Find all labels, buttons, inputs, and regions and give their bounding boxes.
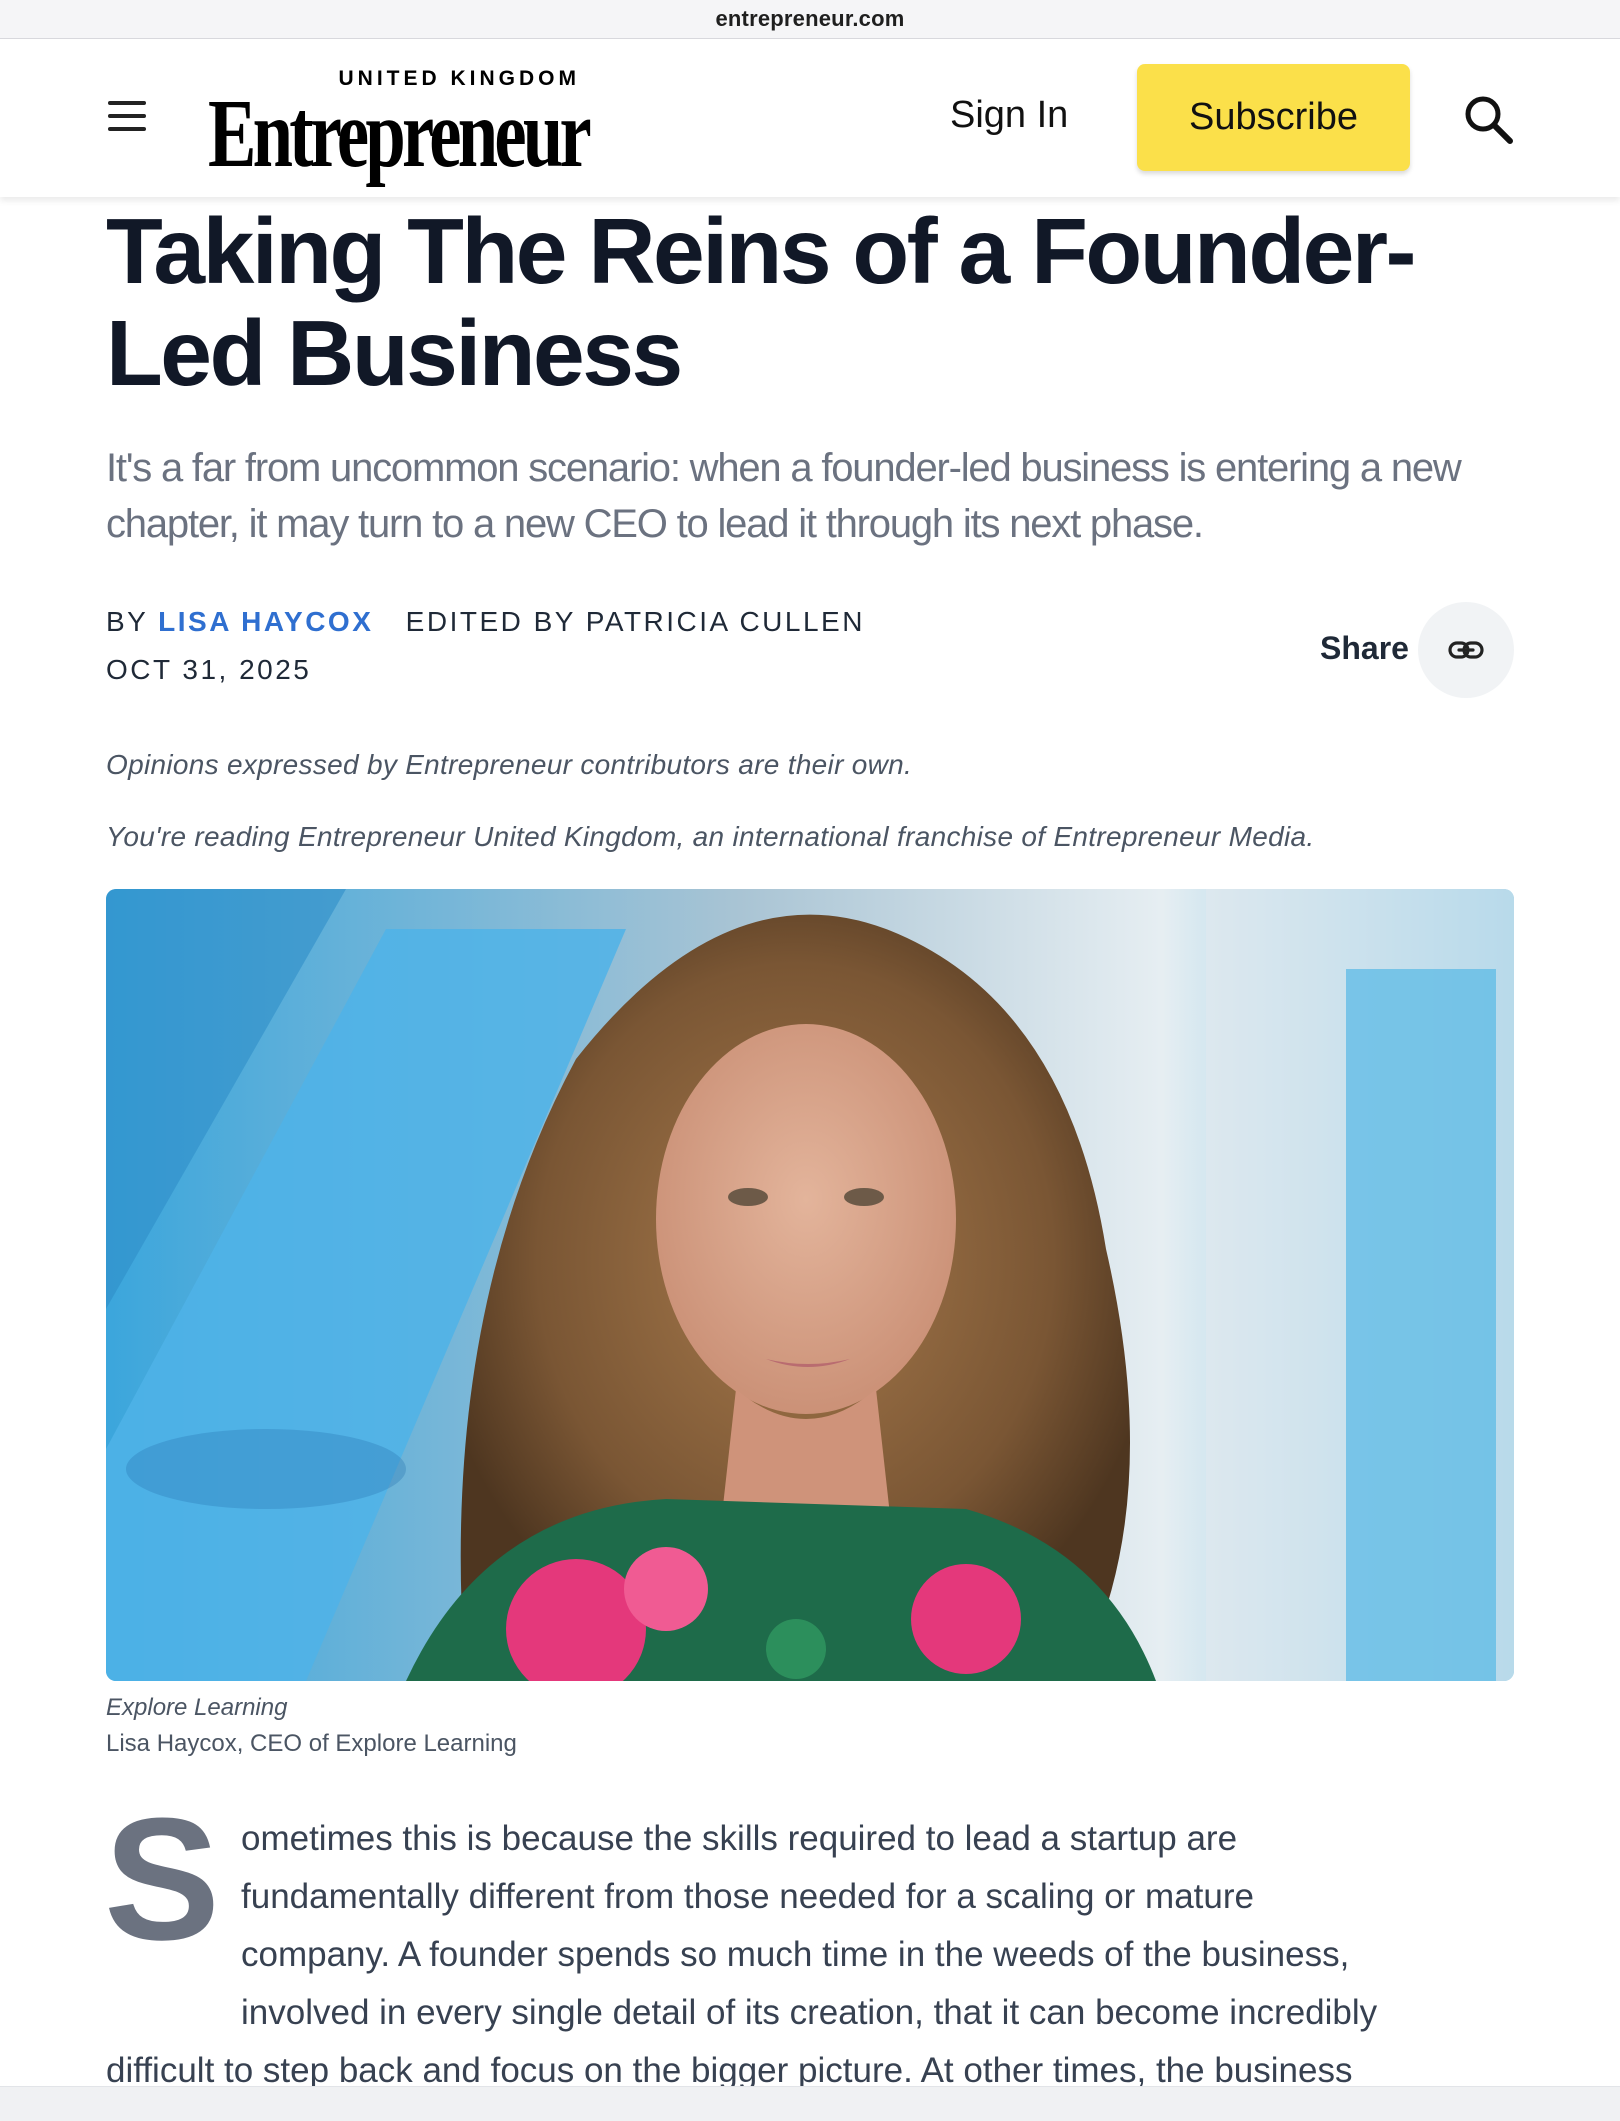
body-line: company. A founder spends so much time i… (241, 1935, 1350, 1974)
logo-wordmark: Entrepreneur (208, 80, 592, 188)
link-icon[interactable] (1418, 602, 1514, 698)
share-label[interactable]: Share (1320, 630, 1409, 667)
author-link[interactable]: LISA HAYCOX (158, 606, 373, 637)
search-icon[interactable] (1462, 93, 1514, 145)
portrait-photo (106, 889, 1514, 1681)
menu-icon[interactable] (108, 101, 152, 137)
edited-by: EDITED BY PATRICIA CULLEN (405, 606, 865, 637)
image-credit: Explore Learning (106, 1694, 288, 1721)
article-dek: It's a far from uncommon scenario: when … (106, 446, 1462, 546)
edition-disclaimer: You're reading Entrepreneur United Kingd… (106, 821, 1315, 852)
body-line: fundamentally different from those neede… (241, 1877, 1254, 1916)
article-body: ometimes this is because the skills requ… (106, 1810, 1522, 2100)
sign-in-link[interactable]: Sign In (950, 93, 1068, 139)
byline: BY LISA HAYCOX EDITED BY PATRICIA CULLEN (106, 606, 865, 638)
browser-address-bar[interactable]: entrepreneur.com (0, 0, 1620, 39)
opinion-disclaimer: Opinions expressed by Entrepreneur contr… (106, 749, 913, 780)
publish-date: OCT 31, 2025 (106, 654, 312, 685)
subscribe-button[interactable]: Subscribe (1137, 64, 1410, 171)
hero-image[interactable] (106, 889, 1514, 1681)
bottom-toolbar-edge (0, 2086, 1620, 2121)
entrepreneur-logo[interactable]: UNITED KINGDOM Entrepreneur (208, 65, 592, 183)
byline-prefix: BY (106, 606, 148, 637)
url-text: entrepreneur.com (715, 6, 905, 31)
article-title: Taking The Reins of a Founder-Led Busine… (106, 199, 1417, 405)
site-header: UNITED KINGDOM Entrepreneur Sign In Subs… (0, 39, 1620, 197)
body-line: involved in every single detail of its c… (241, 1993, 1378, 2032)
body-line: ometimes this is because the skills requ… (241, 1819, 1238, 1858)
image-caption: Lisa Haycox, CEO of Explore Learning (106, 1730, 517, 1757)
